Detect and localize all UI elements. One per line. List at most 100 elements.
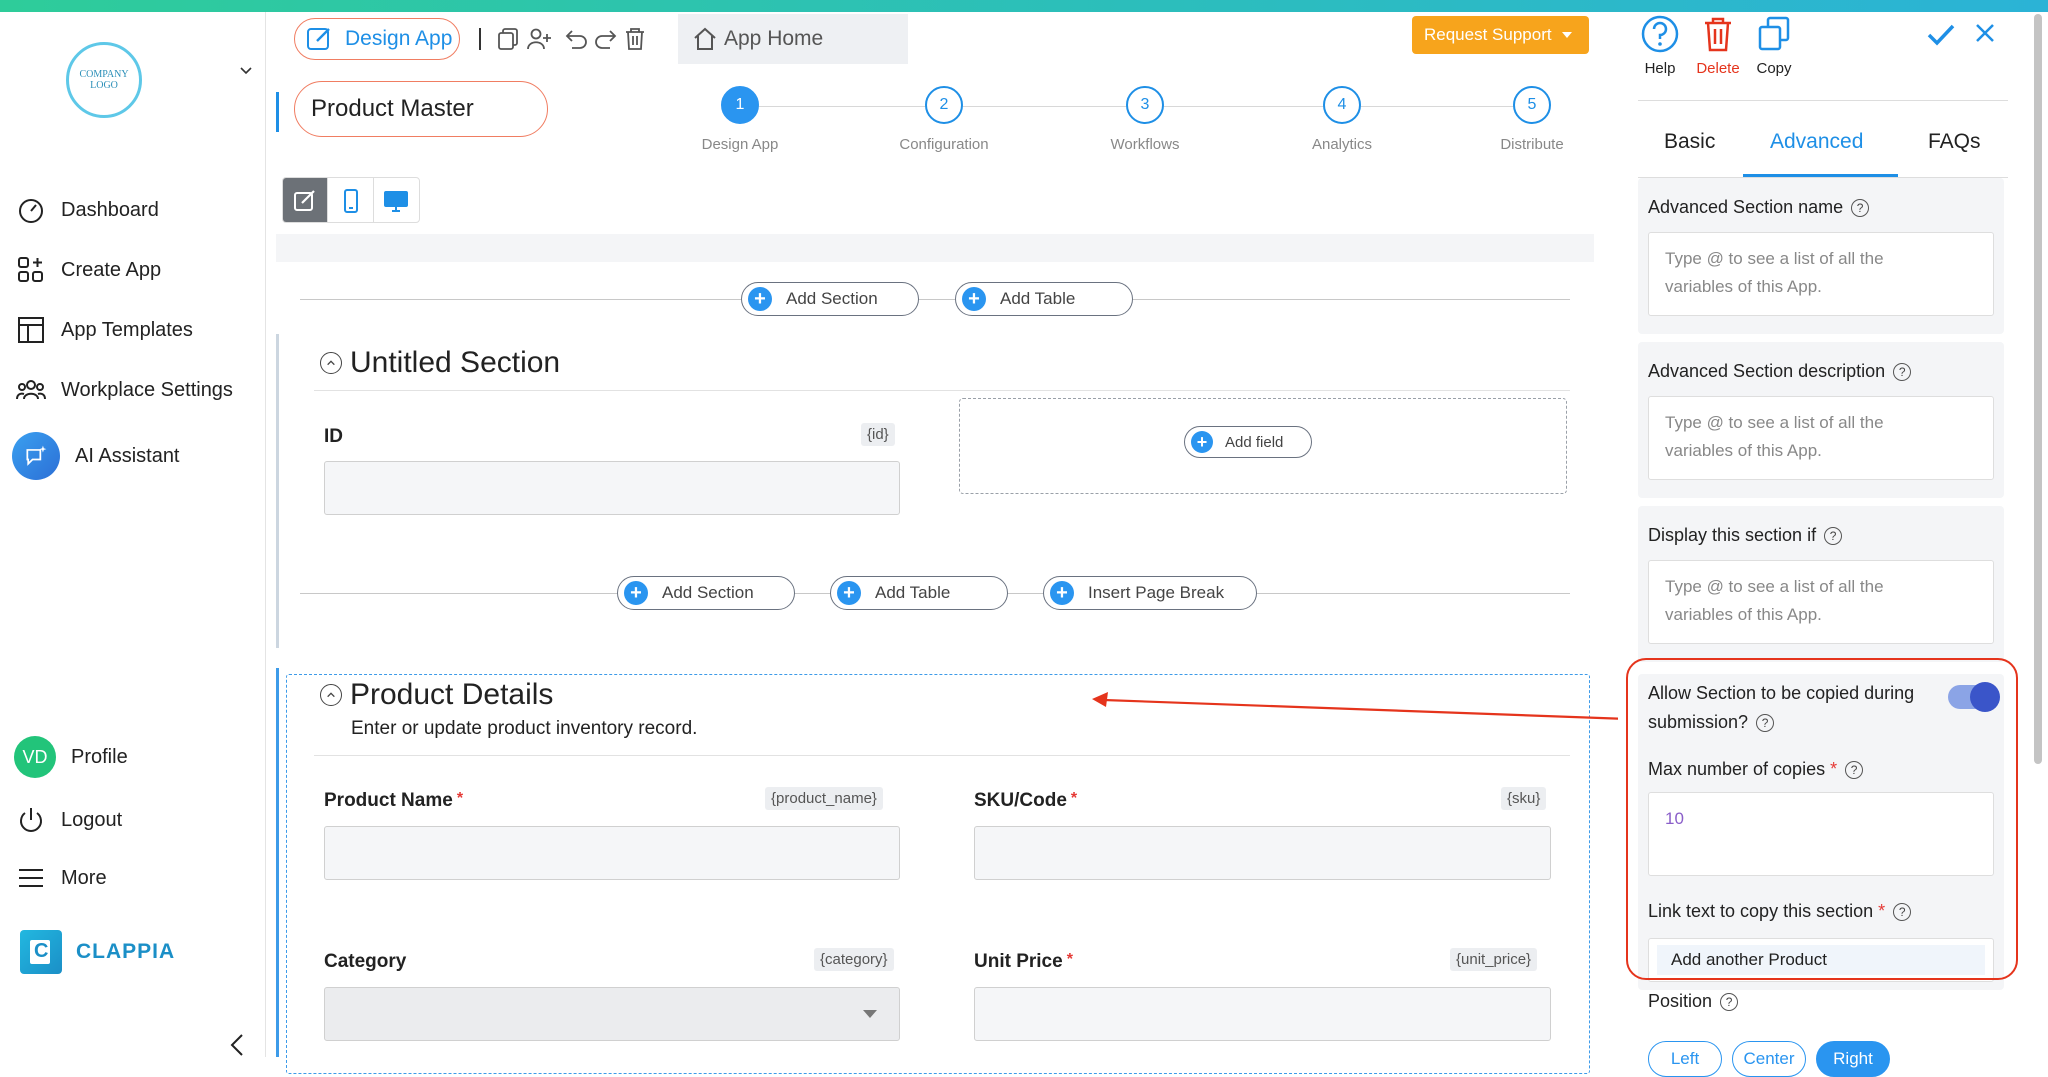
- position-label: Position?: [1648, 986, 1739, 1016]
- unit-price-field[interactable]: [974, 987, 1551, 1041]
- position-center-button[interactable]: Center: [1732, 1041, 1806, 1077]
- desktop-view-button[interactable]: [374, 178, 419, 222]
- id-field[interactable]: [324, 461, 900, 515]
- display-if-card: Display this section if? Type @ to see a…: [1638, 506, 2004, 662]
- field-label-id: ID: [324, 426, 343, 447]
- collapse-sidebar-icon[interactable]: [228, 1032, 246, 1058]
- divider: [314, 390, 1570, 391]
- undo-icon[interactable]: [564, 26, 590, 52]
- section-title[interactable]: Untitled Section: [320, 346, 560, 380]
- help-tooltip-icon[interactable]: ?: [1893, 363, 1912, 382]
- allow-copy-toggle[interactable]: [1948, 682, 2000, 712]
- step-design-app[interactable]: 1 Design App: [680, 86, 800, 153]
- step-label: Distribute: [1500, 136, 1564, 153]
- help-tooltip-icon[interactable]: ?: [1851, 199, 1870, 218]
- add-section-button[interactable]: + Add Section: [617, 576, 795, 610]
- advanced-section-description-input[interactable]: Type @ to see a list of all the variables…: [1648, 396, 1994, 480]
- tab-basic[interactable]: Basic: [1664, 130, 1715, 154]
- advanced-section-description-label: Advanced Section description?: [1648, 356, 1912, 386]
- grid-plus-icon: [18, 257, 43, 282]
- add-user-icon[interactable]: [526, 26, 552, 52]
- step-number: 5: [1513, 86, 1551, 124]
- chevron-down-icon[interactable]: [240, 64, 252, 76]
- canvas-header-band: [276, 234, 1594, 262]
- step-configuration[interactable]: 2 Configuration: [884, 86, 1004, 153]
- copy-label: Copy: [1756, 60, 1792, 77]
- divider: [314, 755, 1570, 756]
- sidebar-item-profile[interactable]: VD Profile: [14, 736, 128, 778]
- add-table-button[interactable]: + Add Table: [955, 282, 1133, 316]
- display-if-input[interactable]: Type @ to see a list of all the variables…: [1648, 560, 1994, 644]
- delete-button[interactable]: Delete: [1694, 14, 1742, 77]
- sidebar-item-more[interactable]: More: [16, 863, 107, 893]
- help-tooltip-icon[interactable]: ?: [1824, 527, 1843, 546]
- position-right-button[interactable]: Right: [1816, 1041, 1890, 1077]
- chevron-up-icon[interactable]: [320, 352, 342, 374]
- close-icon[interactable]: [1974, 22, 1996, 44]
- step-distribute[interactable]: 5 Distribute: [1472, 86, 1592, 153]
- required-asterisk: *: [1066, 951, 1073, 968]
- mobile-view-button[interactable]: [328, 178, 374, 222]
- sidebar-item-label: Create App: [61, 258, 162, 281]
- add-field-label: Add field: [1225, 433, 1284, 451]
- home-icon: [694, 27, 716, 50]
- sidebar-item-dashboard[interactable]: Dashboard: [16, 195, 159, 225]
- sidebar-item-app-templates[interactable]: App Templates: [16, 315, 193, 345]
- field-label-sku: SKU/Code *: [974, 790, 1077, 812]
- help-tooltip-icon[interactable]: ?: [1720, 993, 1739, 1012]
- sidebar-item-label: More: [61, 866, 107, 889]
- category-select[interactable]: [324, 987, 900, 1041]
- product-name-field[interactable]: [324, 826, 900, 880]
- section-title[interactable]: Product Details: [320, 678, 553, 712]
- step-workflows[interactable]: 3 Workflows: [1085, 86, 1205, 153]
- delete-label: Delete: [1696, 60, 1740, 77]
- sidebar-item-workplace-settings[interactable]: Workplace Settings: [16, 375, 233, 405]
- add-section-label: Add Section: [662, 583, 754, 602]
- duplicate-icon[interactable]: [496, 26, 522, 52]
- label-text: Advanced Section name: [1648, 197, 1844, 217]
- add-table-button[interactable]: + Add Table: [830, 576, 1008, 610]
- position-left-button[interactable]: Left: [1648, 1041, 1722, 1077]
- step-analytics[interactable]: 4 Analytics: [1282, 86, 1402, 153]
- section-description: Enter or update product inventory record…: [351, 718, 698, 739]
- add-section-button[interactable]: + Add Section: [741, 282, 919, 316]
- help-label: Help: [1644, 60, 1676, 77]
- desktop-icon: [384, 191, 409, 212]
- trash-icon: [1705, 17, 1731, 52]
- app-name-input[interactable]: Product Master: [294, 81, 548, 137]
- chevron-up-icon[interactable]: [320, 684, 342, 706]
- check-icon[interactable]: [1926, 20, 1956, 50]
- panel-scrollbar[interactable]: [2034, 14, 2042, 764]
- edit-view-button[interactable]: [283, 178, 329, 222]
- plus-icon: +: [962, 287, 986, 311]
- tab-advanced[interactable]: Advanced: [1770, 130, 1863, 154]
- active-tab-underline: [1743, 174, 1898, 177]
- step-label: Design App: [701, 136, 779, 153]
- sidebar-item-logout[interactable]: Logout: [16, 805, 122, 835]
- tab-app-home[interactable]: App Home: [678, 14, 908, 64]
- placeholder-line: variables of this App.: [1665, 605, 1822, 624]
- divider: [300, 299, 1570, 300]
- top-accent-bar: [0, 0, 2048, 12]
- form-canvas: + Add Section + Add Table Untitled Section…: [276, 262, 1594, 1074]
- sku-field[interactable]: [974, 826, 1551, 880]
- request-support-button[interactable]: Request Support: [1412, 16, 1589, 54]
- company-logo[interactable]: COMPANY LOGO: [66, 42, 142, 118]
- tab-faqs[interactable]: FAQs: [1928, 130, 1981, 154]
- sidebar-item-create-app[interactable]: Create App: [16, 255, 161, 285]
- insert-page-break-button[interactable]: + Insert Page Break: [1043, 576, 1257, 610]
- advanced-section-name-input[interactable]: Type @ to see a list of all the variables…: [1648, 232, 1994, 316]
- design-app-button[interactable]: Design App: [294, 18, 460, 60]
- trash-icon[interactable]: [622, 26, 648, 52]
- help-button[interactable]: Help: [1640, 14, 1680, 77]
- redo-icon[interactable]: [592, 26, 618, 52]
- add-field-button[interactable]: + Add field: [1184, 426, 1312, 458]
- avatar: VD: [14, 736, 56, 778]
- section-title-text: Product Details: [350, 678, 554, 711]
- copy-button[interactable]: Copy: [1754, 14, 1794, 77]
- sidebar-item-ai-assistant[interactable]: AI Assistant: [12, 432, 180, 480]
- required-asterisk: *: [456, 790, 464, 807]
- step-number: 2: [925, 86, 963, 124]
- brand-name: CLAPPIA: [76, 940, 176, 963]
- annotation-arrow: [1092, 692, 1629, 721]
